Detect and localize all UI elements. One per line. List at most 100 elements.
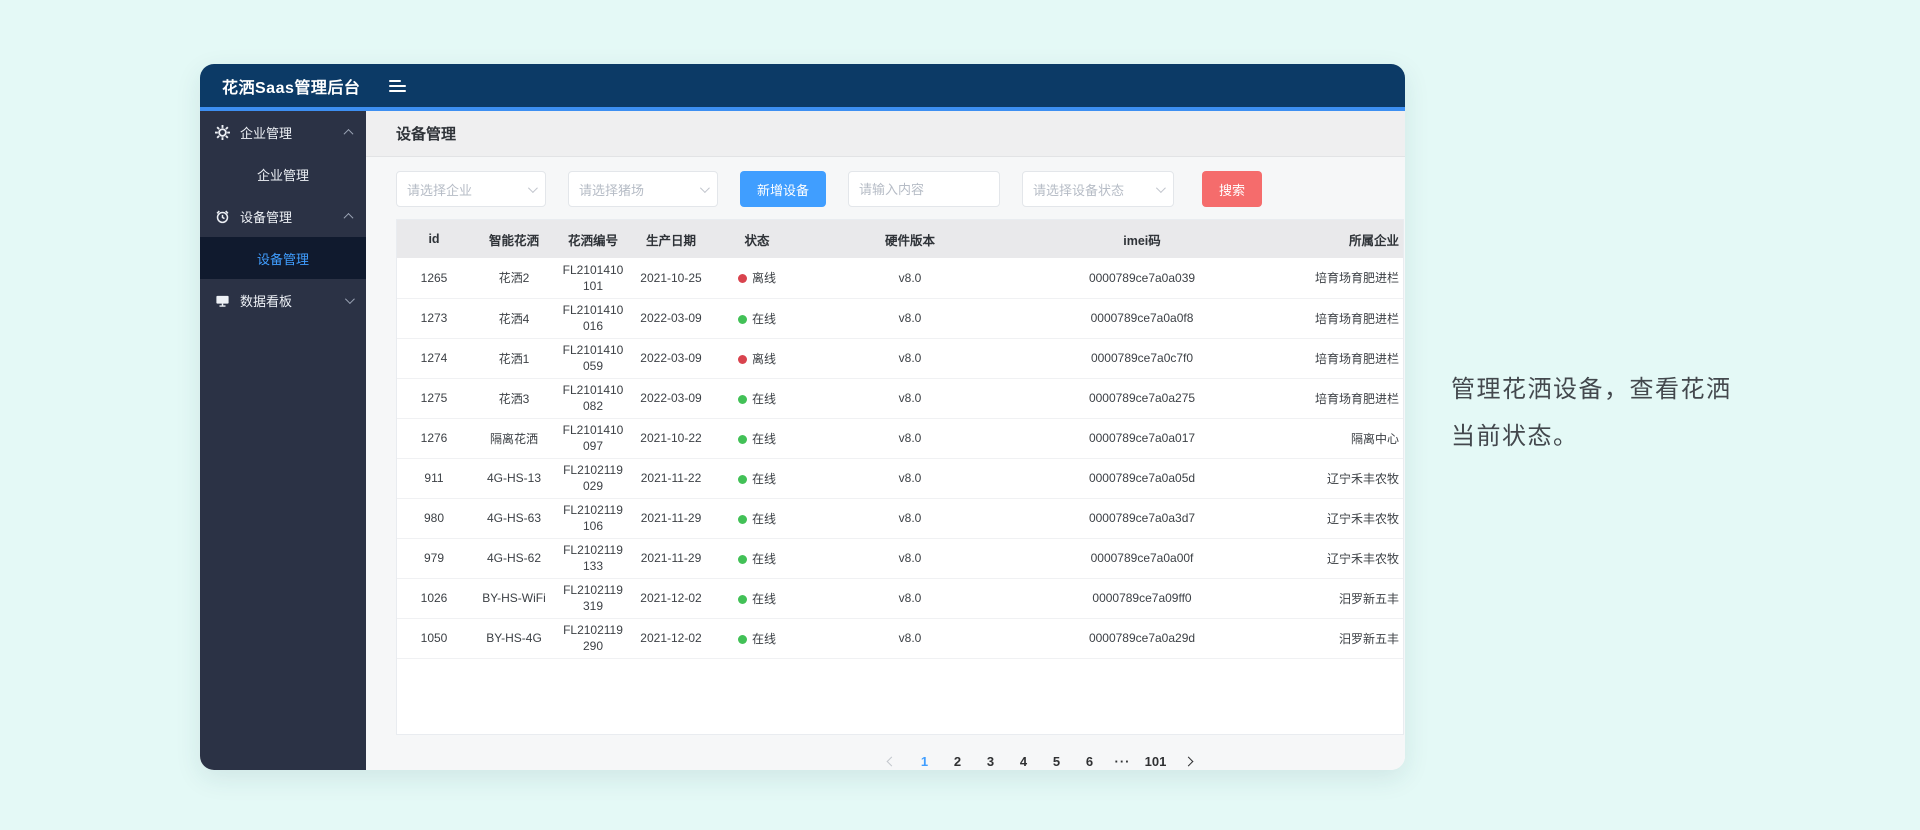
pagination-page-101[interactable]: 101 (1144, 748, 1168, 770)
table-row: 9804G-HS-63FL21021191062021-11-29在线v8.00… (397, 498, 1404, 538)
search-button[interactable]: 搜索 (1202, 171, 1262, 207)
table-cell: 2021-12-02 (629, 618, 713, 658)
table-cell: FL2101410082 (557, 378, 629, 418)
table-cell: 4G-HS-62 (471, 538, 557, 578)
table-cell: 4G-HS-13 (471, 458, 557, 498)
table-cell: 2021-11-29 (629, 498, 713, 538)
table-cell: 汨罗新五丰 (1265, 578, 1404, 618)
status-online-dot (738, 635, 747, 644)
table-row: 9794G-HS-62FL21021191332021-11-29在线v8.00… (397, 538, 1404, 578)
table-cell: 隔离中心 (1265, 418, 1404, 458)
annotation-line-2: 当前状态。 (1451, 413, 1732, 460)
table-cell: 辽宁禾丰农牧 (1265, 538, 1404, 578)
device-table: id智能花洒花洒编号生产日期状态硬件版本imei码所属企业 1265花洒2FL2… (397, 220, 1404, 659)
table-cell: 辽宁禾丰农牧 (1265, 498, 1404, 538)
chevron-down-icon (700, 183, 710, 193)
device-table-card: id智能花洒花洒编号生产日期状态硬件版本imei码所属企业 1265花洒2FL2… (396, 219, 1404, 735)
table-cell: 培育场育肥进栏 (1265, 298, 1404, 338)
table-cell: 花洒1 (471, 338, 557, 378)
table-cell: FL2101410101 (557, 258, 629, 298)
table-cell: 0000789ce7a0a00f (1019, 538, 1265, 578)
table-cell: 2021-11-29 (629, 538, 713, 578)
table-cell: 1274 (397, 338, 471, 378)
table-cell: BY-HS-WiFi (471, 578, 557, 618)
table-cell: 4G-HS-63 (471, 498, 557, 538)
monitor-icon (214, 292, 230, 308)
app-header: 花洒Saas管理后台 (200, 64, 1405, 107)
page-title: 设备管理 (366, 111, 1405, 157)
table-cell: 911 (397, 458, 471, 498)
table-cell: FL2102119133 (557, 538, 629, 578)
status-cell: 在线 (713, 618, 801, 658)
table-cell: v8.0 (801, 538, 1019, 578)
table-cell: 1273 (397, 298, 471, 338)
table-cell: 2021-10-25 (629, 258, 713, 298)
pagination-prev-button[interactable] (880, 748, 904, 770)
table-cell: 辽宁禾丰农牧 (1265, 458, 1404, 498)
table-cell: 980 (397, 498, 471, 538)
sidebar-subitem-device-sub[interactable]: 设备管理 (200, 237, 366, 279)
sidebar-item-device[interactable]: 设备管理 (200, 195, 366, 237)
table-row: 1273花洒4FL21014100162022-03-09在线v8.000007… (397, 298, 1404, 338)
status-offline-dot (738, 274, 747, 283)
table-cell: FL2102119029 (557, 458, 629, 498)
table-cell: BY-HS-4G (471, 618, 557, 658)
pagination-page-5[interactable]: 5 (1045, 748, 1069, 770)
device-status-select-placeholder: 请选择设备状态 (1033, 180, 1124, 199)
table-cell: 1050 (397, 618, 471, 658)
table-row: 1275花洒3FL21014100822022-03-09在线v8.000007… (397, 378, 1404, 418)
farm-select-placeholder: 请选择猪场 (579, 180, 644, 199)
table-cell: FL2101410016 (557, 298, 629, 338)
company-select[interactable]: 请选择企业 (396, 171, 546, 207)
table-cell: 0000789ce7a0a039 (1019, 258, 1265, 298)
status-cell: 在线 (713, 498, 801, 538)
table-cell: 花洒4 (471, 298, 557, 338)
status-online-dot (738, 315, 747, 324)
pagination-page-1[interactable]: 1 (913, 748, 937, 770)
add-device-button[interactable]: 新增设备 (740, 171, 826, 207)
table-cell: 0000789ce7a0a275 (1019, 378, 1265, 418)
app-title: 花洒Saas管理后台 (222, 74, 360, 98)
pagination-page-4[interactable]: 4 (1012, 748, 1036, 770)
sidebar-item-enterprise[interactable]: 企业管理 (200, 111, 366, 153)
table-cell: 培育场育肥进栏 (1265, 258, 1404, 298)
pagination-page-3[interactable]: 3 (979, 748, 1003, 770)
column-header: 状态 (713, 220, 801, 258)
table-cell: 培育场育肥进栏 (1265, 338, 1404, 378)
farm-select[interactable]: 请选择猪场 (568, 171, 718, 207)
sidebar-item-dashboard[interactable]: 数据看板 (200, 279, 366, 321)
pagination-page-6[interactable]: 6 (1078, 748, 1102, 770)
column-header: 生产日期 (629, 220, 713, 258)
status-cell: 离线 (713, 338, 801, 378)
pagination-page-2[interactable]: 2 (946, 748, 970, 770)
device-status-select[interactable]: 请选择设备状态 (1022, 171, 1174, 207)
table-cell: 2022-03-09 (629, 298, 713, 338)
table-row: 1050BY-HS-4GFL21021192902021-12-02在线v8.0… (397, 618, 1404, 658)
table-row: 1265花洒2FL21014101012021-10-25离线v8.000007… (397, 258, 1404, 298)
annotation-line-1: 管理花洒设备，查看花洒 (1451, 366, 1732, 413)
table-cell: v8.0 (801, 298, 1019, 338)
content-input[interactable] (848, 171, 1000, 207)
hamburger-menu-icon[interactable] (389, 80, 406, 92)
pagination: 123456 ··· 101 (536, 748, 1405, 770)
sidebar-item-label: 设备管理 (240, 207, 292, 226)
table-header-row: id智能花洒花洒编号生产日期状态硬件版本imei码所属企业 (397, 220, 1404, 258)
pagination-next-button[interactable] (1177, 748, 1201, 770)
table-cell: v8.0 (801, 578, 1019, 618)
status-cell: 在线 (713, 298, 801, 338)
chevron-down-icon (528, 183, 538, 193)
status-cell: 在线 (713, 458, 801, 498)
table-body: 1265花洒2FL21014101012021-10-25离线v8.000007… (397, 258, 1404, 658)
table-cell: 2021-12-02 (629, 578, 713, 618)
table-cell: 1275 (397, 378, 471, 418)
sidebar-subitem-enterprise-sub[interactable]: 企业管理 (200, 153, 366, 195)
table-cell: 0000789ce7a0a05d (1019, 458, 1265, 498)
table-cell: 0000789ce7a0a017 (1019, 418, 1265, 458)
column-header: id (397, 220, 471, 258)
pagination-more: ··· (1111, 748, 1135, 770)
chevron-down-icon (1156, 183, 1166, 193)
sidebar-item-label: 企业管理 (240, 123, 292, 142)
table-row: 1276隔离花洒FL21014100972021-10-22在线v8.00000… (397, 418, 1404, 458)
status-cell: 在线 (713, 538, 801, 578)
table-cell: v8.0 (801, 458, 1019, 498)
